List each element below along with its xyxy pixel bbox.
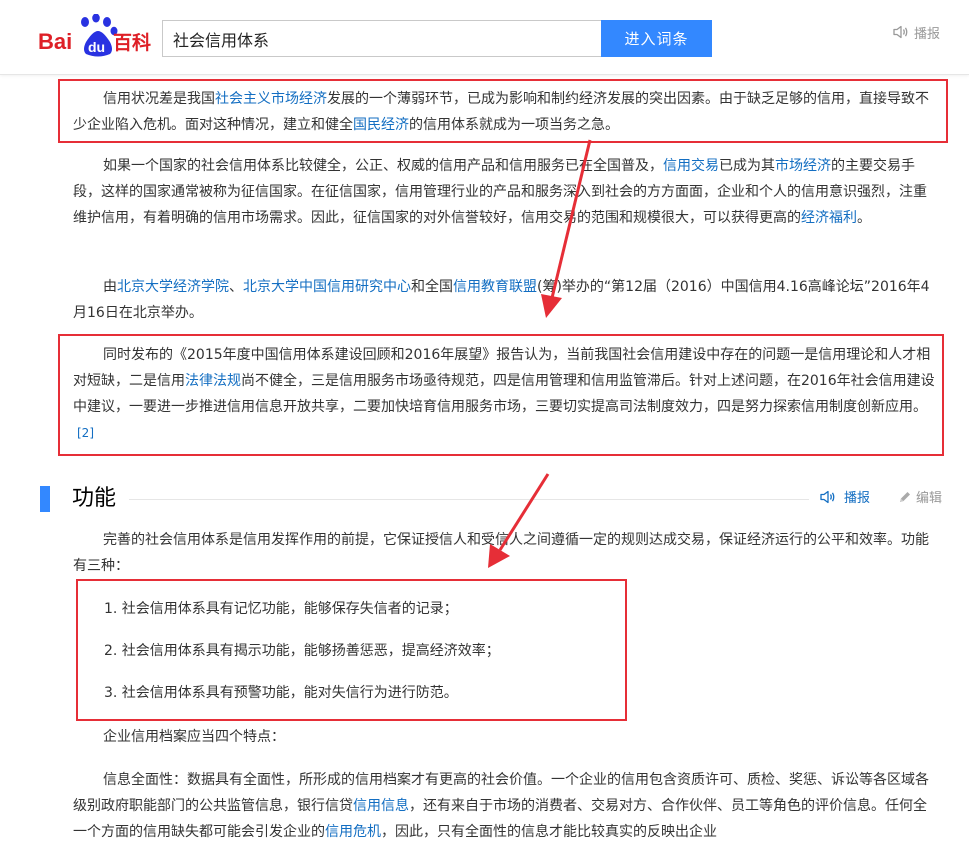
text: 如果一个国家的社会信用体系比较健全，公正、权威的信用产品和信用服务已在全国普及， (103, 158, 663, 174)
pencil-icon (900, 491, 910, 502)
paragraph-credit-nation: 如果一个国家的社会信用体系比较健全，公正、权威的信用产品和信用服务已在全国普及，… (73, 153, 939, 231)
link-credit-transaction[interactable]: 信用交易 (663, 158, 719, 174)
section-broadcast-label: 播报 (844, 491, 871, 506)
link-credit-information[interactable]: 信用信息 (353, 798, 409, 814)
highlight-box-1 (58, 79, 948, 143)
paragraph-four-features: 企业信用档案应当四个特点： (103, 729, 285, 745)
header-broadcast-button[interactable]: 播报 (893, 22, 940, 42)
link-pku-economics[interactable]: 北京大学经济学院 (117, 279, 229, 295)
search-box[interactable] (162, 20, 602, 57)
link-market-economy[interactable]: 市场经济 (775, 158, 831, 174)
svg-text:du: du (88, 39, 105, 55)
section-edit-label: 编辑 (916, 491, 943, 506)
link-economic-welfare[interactable]: 经济福利 (801, 210, 857, 226)
text: ，因此，只有全面性的信息才能比较真实的反映出企业 (381, 824, 717, 840)
text: 已成为其 (719, 158, 775, 174)
paragraph-info-completeness: 信息全面性：数据具有全面性，所形成的信用档案才有更高的社会价值。一个企业的信用包… (73, 767, 939, 845)
speaker-icon (893, 25, 908, 39)
text: 、 (229, 279, 243, 295)
paragraph-forum: 由北京大学经济学院、北京大学中国信用研究中心和全国信用教育联盟(筹)举办的“第1… (73, 274, 939, 326)
enter-entry-button[interactable]: 进入词条 (601, 20, 712, 57)
section-divider (129, 499, 809, 500)
svg-text:Bai: Bai (38, 29, 72, 54)
paragraph-function-intro: 完善的社会信用体系是信用发挥作用的前提，它保证授信人和受信人之间遵循一定的规则达… (73, 532, 929, 574)
text: 和全国 (411, 279, 453, 295)
svg-text:百科: 百科 (113, 31, 151, 54)
header: Bai du 百科 进入词条 播报 (0, 0, 969, 75)
search-input[interactable] (163, 21, 602, 56)
link-credit-crisis[interactable]: 信用危机 (325, 824, 381, 840)
section-marker (40, 486, 50, 512)
section-edit-button[interactable]: 编辑 (898, 487, 942, 506)
highlight-box-2 (58, 334, 944, 456)
link-pku-credit-center[interactable]: 北京大学中国信用研究中心 (243, 279, 411, 295)
speaker-icon (820, 490, 835, 503)
baidu-baike-logo[interactable]: Bai du 百科 (38, 14, 156, 60)
link-credit-education-alliance[interactable]: 信用教育联盟 (453, 279, 537, 295)
text: 。 (857, 210, 871, 226)
highlight-box-3 (76, 579, 627, 721)
text: 由 (103, 279, 117, 295)
broadcast-label: 播报 (914, 26, 941, 42)
section-broadcast-button[interactable]: 播报 (820, 487, 870, 506)
section-title-function: 功能 (72, 486, 117, 511)
